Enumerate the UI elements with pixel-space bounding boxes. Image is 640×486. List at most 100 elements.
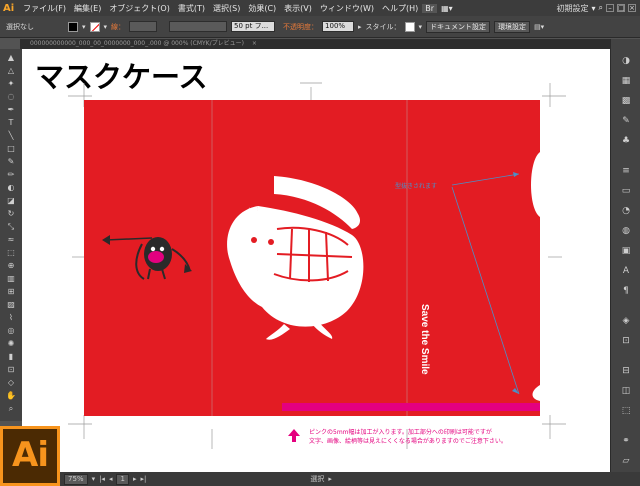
opacity-chevron-icon[interactable]: ▸: [358, 23, 362, 31]
selection-tool-icon[interactable]: ▲: [6, 53, 16, 63]
arrange-icon[interactable]: ▤▾: [534, 23, 544, 31]
type-tool-icon[interactable]: T: [6, 118, 16, 128]
cut-note: 型抜きされます: [395, 182, 437, 190]
search-icon[interactable]: ⌕: [599, 3, 603, 13]
pen-tool-icon[interactable]: ✒: [6, 105, 16, 115]
arrange-docs-icon[interactable]: ▦▾: [437, 4, 457, 13]
zoom-chevron-icon[interactable]: ▾: [92, 475, 96, 483]
fill-swatch[interactable]: [68, 21, 78, 32]
menu-window[interactable]: ウィンドウ(W): [316, 3, 378, 14]
menu-select[interactable]: 選択(S): [209, 3, 244, 14]
menu-edit[interactable]: 編集(E): [70, 3, 105, 14]
free-transform-tool-icon[interactable]: ⬚: [6, 248, 16, 258]
gradient-tool-icon[interactable]: ▨: [6, 300, 16, 310]
blend-tool-icon[interactable]: ◎: [6, 326, 16, 336]
character-panel-icon[interactable]: A: [620, 265, 632, 277]
graphic-styles-panel-icon[interactable]: ▣: [620, 245, 632, 257]
scale-tool-icon[interactable]: ⤡: [6, 222, 16, 232]
hand-tool-icon[interactable]: ✋: [6, 391, 16, 401]
stroke-label: 線：: [111, 22, 126, 31]
stroke-panel-icon[interactable]: ≡: [620, 165, 632, 177]
pathfinder-panel-icon[interactable]: ◫: [620, 385, 632, 397]
warp-tool-icon[interactable]: ≈: [6, 235, 16, 245]
links-panel-icon[interactable]: ⚭: [620, 435, 632, 447]
tools-panel: ▲ △ ✦ ◌ ✒ T ╲ □ ✎ ✏ ◐ ◪ ↻ ⤡ ≈ ⬚ ⊕ ▥ ⊞ ▨ …: [0, 49, 23, 421]
color-panel-icon[interactable]: ◑: [620, 55, 632, 67]
vertical-slogan: Save the Smile: [419, 304, 430, 375]
swatches-panel-icon[interactable]: ▩: [620, 95, 632, 107]
minimize-icon[interactable]: –: [606, 4, 614, 12]
transparency-panel-icon[interactable]: ◔: [620, 205, 632, 217]
artboards-panel-icon[interactable]: ⊡: [620, 335, 632, 347]
perspective-grid-tool-icon[interactable]: ▥: [6, 274, 16, 284]
fill-chevron-icon[interactable]: ▾: [82, 23, 86, 31]
paintbrush-tool-icon[interactable]: ✎: [6, 157, 16, 167]
footnote-up-arrow-icon: [288, 429, 300, 442]
gradient-panel-icon[interactable]: ▭: [620, 185, 632, 197]
app-logo: Ai: [3, 2, 15, 14]
menu-object[interactable]: オブジェクト(O): [105, 3, 174, 14]
zoom-tool-icon[interactable]: ⌕: [6, 404, 16, 414]
stroke-weight-field[interactable]: [129, 21, 158, 32]
workspace-chevron-icon[interactable]: ▾: [592, 4, 596, 13]
menu-file[interactable]: ファイル(F): [19, 3, 70, 14]
color-guide-icon[interactable]: ▦: [620, 75, 632, 87]
layers-panel-icon[interactable]: ◈: [620, 315, 632, 327]
eraser-tool-icon[interactable]: ◪: [6, 196, 16, 206]
blob-brush-tool-icon[interactable]: ◐: [6, 183, 16, 193]
brush-definition-field[interactable]: 50 pt フ...: [231, 21, 276, 32]
style-chevron-icon[interactable]: ▾: [419, 23, 423, 31]
bridge-icon[interactable]: Br: [422, 3, 438, 13]
artwork: Save the Smile 型抜きされます ピンクの5mm幅は加工が入ります。…: [68, 82, 566, 449]
eyedropper-tool-icon[interactable]: ⌇: [6, 313, 16, 323]
maximize-icon[interactable]: □: [617, 4, 625, 12]
transform-panel-icon[interactable]: ⬚: [620, 405, 632, 417]
symbol-sprayer-tool-icon[interactable]: ✺: [6, 339, 16, 349]
artboard-canvas[interactable]: マスクケース Save the Smile 型抜きされます ピンクの5mm幅は加…: [22, 49, 610, 472]
pink-processing-band: [282, 403, 540, 411]
rotate-tool-icon[interactable]: ↻: [6, 209, 16, 219]
menu-type[interactable]: 書式(T): [174, 3, 209, 14]
illustrator-badge-icon: Ai: [0, 426, 60, 486]
direct-selection-tool-icon[interactable]: △: [6, 66, 16, 76]
align-panel-icon[interactable]: ⊟: [620, 365, 632, 377]
prev-artboard-icon[interactable]: ◂: [109, 475, 113, 483]
pencil-tool-icon[interactable]: ✏: [6, 170, 16, 180]
opacity-field[interactable]: 100%: [322, 21, 355, 32]
magic-wand-tool-icon[interactable]: ✦: [6, 79, 16, 89]
tab-close-icon[interactable]: ×: [252, 40, 257, 47]
artboard-number-field[interactable]: 1: [116, 473, 129, 485]
navigator-panel-icon[interactable]: ▱: [620, 455, 632, 467]
column-graph-tool-icon[interactable]: ▮: [6, 352, 16, 362]
shape-builder-tool-icon[interactable]: ⊕: [6, 261, 16, 271]
appearance-panel-icon[interactable]: ◍: [620, 225, 632, 237]
preferences-button[interactable]: 環境設定: [494, 20, 531, 33]
next-artboard-icon[interactable]: ▸: [133, 475, 137, 483]
menu-help[interactable]: ヘルプ(H): [378, 3, 422, 14]
status-chevron-icon[interactable]: ▸: [328, 475, 332, 483]
rectangle-tool-icon[interactable]: □: [6, 144, 16, 154]
workspace-switcher[interactable]: 初期設定: [557, 3, 589, 14]
last-artboard-icon[interactable]: ▸|: [140, 475, 146, 483]
graphic-style-swatch[interactable]: [404, 21, 415, 32]
stroke-swatch[interactable]: [89, 21, 100, 32]
control-bar: 選択なし ▾ ▾ 線： 50 pt フ... 不透明度： 100% ▸ スタイル…: [0, 16, 640, 38]
menu-effect[interactable]: 効果(C): [244, 3, 280, 14]
lasso-tool-icon[interactable]: ◌: [6, 92, 16, 102]
footnote-line-2: 文字、画像、絵柄等は見えにくくなる場合がありますのでご注意下さい。: [309, 437, 507, 445]
first-artboard-icon[interactable]: |◂: [99, 475, 105, 483]
artboard-tool-icon[interactable]: ⊡: [6, 365, 16, 375]
stroke-chevron-icon[interactable]: ▾: [104, 23, 108, 31]
document-setup-button[interactable]: ドキュメント設定: [426, 20, 491, 33]
line-tool-icon[interactable]: ╲: [6, 131, 16, 141]
symbols-panel-icon[interactable]: ♣: [620, 135, 632, 147]
document-tab[interactable]: 000000000000_000_00_0000000_000_.000 @ 0…: [20, 39, 610, 49]
mesh-tool-icon[interactable]: ⊞: [6, 287, 16, 297]
brushes-panel-icon[interactable]: ✎: [620, 115, 632, 127]
paragraph-panel-icon[interactable]: ¶: [620, 285, 632, 297]
close-icon[interactable]: ×: [628, 4, 636, 12]
zoom-field[interactable]: 75%: [64, 473, 88, 485]
menu-view[interactable]: 表示(V): [280, 3, 316, 14]
variable-width-field[interactable]: [169, 21, 228, 32]
slice-tool-icon[interactable]: ◇: [6, 378, 16, 388]
